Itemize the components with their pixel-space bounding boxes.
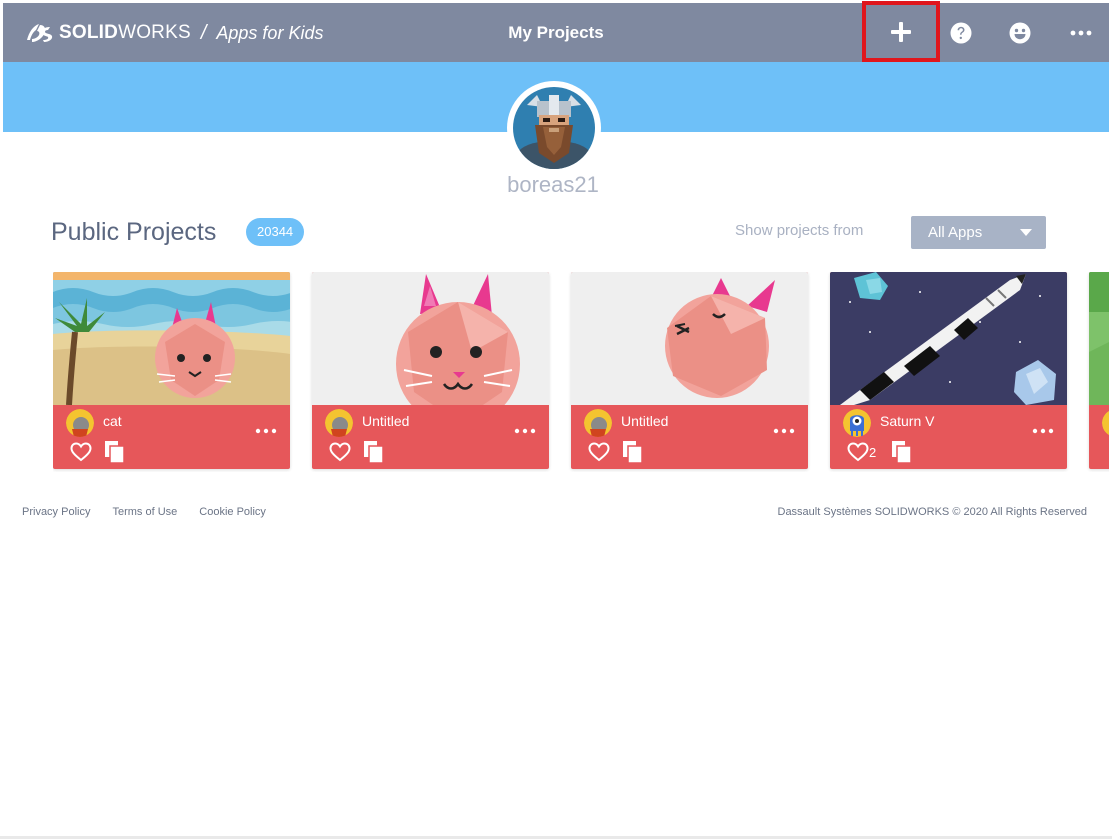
- project-title[interactable]: Untitled: [621, 413, 668, 429]
- project-card-list: cat Untitled Untitled Saturn V 2: [53, 272, 1109, 472]
- project-card-partial[interactable]: [1089, 272, 1109, 469]
- like-button[interactable]: [588, 441, 610, 463]
- project-thumbnail[interactable]: [53, 272, 290, 405]
- project-card[interactable]: cat: [53, 272, 290, 469]
- account-button[interactable]: [990, 3, 1050, 62]
- brand-name: SOLIDWORKS: [59, 22, 191, 44]
- more-horizontal-icon[interactable]: [254, 425, 278, 437]
- project-title[interactable]: Saturn V: [880, 413, 934, 429]
- like-button[interactable]: 2: [847, 441, 876, 463]
- project-count-badge: 20344: [246, 218, 305, 246]
- page-title[interactable]: My Projects: [508, 23, 603, 42]
- more-horizontal-icon[interactable]: [772, 425, 796, 437]
- brand-separator: /: [200, 21, 207, 44]
- username-container: boreas21: [0, 172, 1106, 198]
- project-card[interactable]: Untitled: [571, 272, 808, 469]
- copy-icon[interactable]: [622, 440, 644, 464]
- smile-icon: [1009, 22, 1031, 43]
- more-menu-button[interactable]: [1051, 3, 1111, 62]
- privacy-policy-link[interactable]: Privacy Policy: [22, 506, 90, 518]
- more-horizontal-icon[interactable]: [1031, 425, 1055, 437]
- project-thumbnail[interactable]: [830, 272, 1067, 405]
- like-button[interactable]: [70, 441, 92, 463]
- new-project-button[interactable]: [862, 1, 940, 62]
- copyright-text: Dassault Systèmes SOLIDWORKS © 2020 All …: [777, 506, 1088, 518]
- heart-icon: [70, 442, 92, 462]
- app-filter-dropdown[interactable]: All Apps: [911, 216, 1046, 249]
- card-footer: Saturn V 2: [830, 405, 1067, 469]
- more-horizontal-icon: [1070, 30, 1092, 35]
- project-thumbnail[interactable]: [312, 272, 549, 405]
- copy-icon[interactable]: [104, 440, 126, 464]
- card-footer: [1089, 405, 1109, 469]
- top-navigation-bar: SOLIDWORKS / Apps for Kids My Projects: [3, 1, 1111, 62]
- heart-icon: [588, 442, 610, 462]
- brand-logo[interactable]: SOLIDWORKS / Apps for Kids: [23, 17, 323, 49]
- project-title[interactable]: Untitled: [362, 413, 409, 429]
- author-avatar[interactable]: [584, 409, 612, 437]
- brand-name-rest: WORKS: [118, 22, 191, 43]
- section-title: Public Projects: [51, 218, 217, 246]
- username: boreas21: [507, 172, 599, 197]
- like-count: 2: [869, 444, 877, 460]
- cookie-policy-link[interactable]: Cookie Policy: [199, 506, 266, 518]
- heart-icon: [329, 442, 351, 462]
- viking-avatar-icon: [513, 87, 595, 169]
- heart-icon: [847, 442, 869, 462]
- project-card[interactable]: Untitled: [312, 272, 549, 469]
- footer-links: Privacy Policy Terms of Use Cookie Polic…: [22, 506, 288, 518]
- author-avatar[interactable]: [1102, 409, 1109, 437]
- project-card[interactable]: Saturn V 2: [830, 272, 1067, 469]
- help-button[interactable]: [931, 3, 991, 62]
- project-thumbnail[interactable]: [571, 272, 808, 405]
- author-avatar[interactable]: [843, 409, 871, 437]
- filter-label: Show projects from: [735, 222, 864, 239]
- help-icon: [950, 22, 972, 43]
- like-button[interactable]: [329, 441, 351, 463]
- project-title[interactable]: cat: [103, 413, 122, 429]
- copy-icon[interactable]: [363, 440, 385, 464]
- brand-subtitle: Apps for Kids: [216, 22, 324, 43]
- caret-down-icon: [1020, 229, 1032, 236]
- terms-of-use-link[interactable]: Terms of Use: [112, 506, 177, 518]
- copy-icon[interactable]: [891, 440, 913, 464]
- plus-icon: [891, 21, 911, 42]
- card-footer: cat: [53, 405, 290, 469]
- profile-avatar[interactable]: [507, 81, 601, 175]
- more-horizontal-icon[interactable]: [513, 425, 537, 437]
- project-thumbnail[interactable]: [1089, 272, 1109, 405]
- brand-name-bold: SOLID: [59, 22, 119, 43]
- app-filter-value: All Apps: [928, 224, 983, 241]
- author-avatar[interactable]: [325, 409, 353, 437]
- ds-logo-icon: [27, 24, 53, 42]
- card-footer: Untitled: [571, 405, 808, 469]
- author-avatar[interactable]: [66, 409, 94, 437]
- card-footer: Untitled: [312, 405, 549, 469]
